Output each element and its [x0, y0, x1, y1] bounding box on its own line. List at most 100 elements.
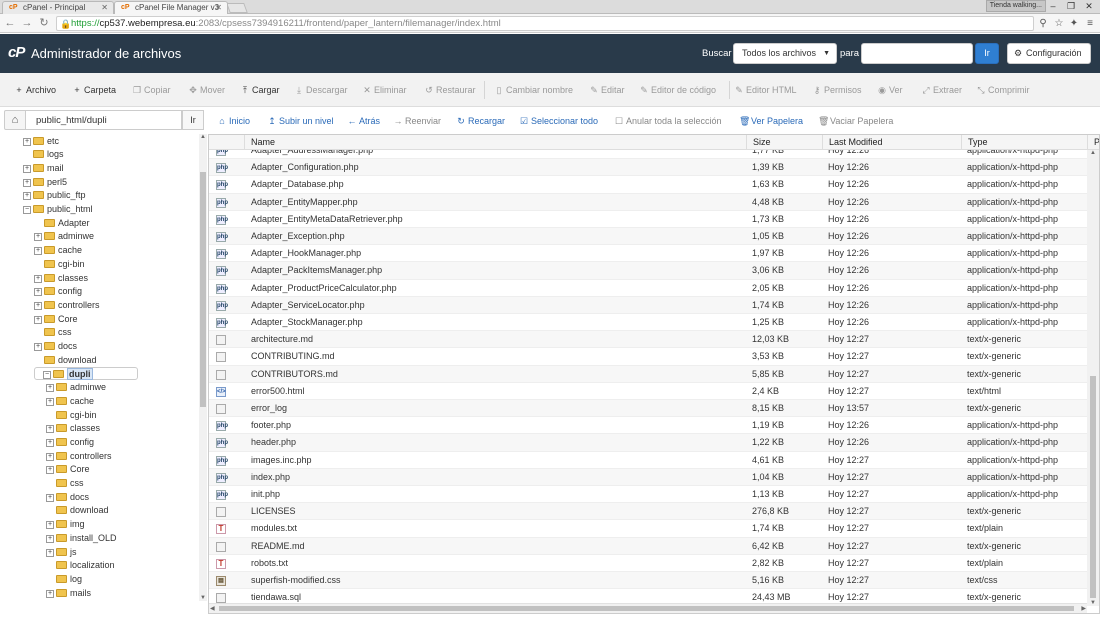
column-header-size[interactable]: Size [746, 135, 822, 150]
tree-node[interactable]: download [46, 504, 109, 517]
table-row[interactable]: php Adapter_ServiceLocator.php 1,74 KB Hoy … [209, 296, 1089, 314]
table-row[interactable]: php init.php 1,13 KB Hoy 12:27 application/x… [209, 486, 1089, 504]
tree-node[interactable]: − public_html [23, 203, 93, 216]
tree-node[interactable]: + controllers [46, 450, 112, 463]
tree-node[interactable]: + config [34, 285, 82, 298]
nav-reenviar-button[interactable]: → Reenviar [393, 116, 442, 127]
table-row[interactable]: LICENSES 276,8 KB Hoy 12:27 text/x-generic [209, 503, 1089, 521]
reload-icon[interactable]: ↻ [38, 16, 50, 30]
tree-node[interactable]: + controllers [34, 299, 100, 312]
table-row[interactable]: Trobots.txt 2,82 KB Hoy 12:27 text/plain [209, 555, 1089, 572]
nav-inicio-button[interactable]: ⌂ Inicio [217, 116, 250, 127]
table-row[interactable]: php index.php 1,04 KB Hoy 12:27 application/… [209, 468, 1089, 486]
expand-toggle-icon[interactable]: + [34, 233, 42, 242]
tree-node[interactable]: + adminwe [46, 381, 106, 394]
scroll-down-icon[interactable]: ▼ [1090, 600, 1096, 606]
toolbar-cargar-button[interactable]: ⤒ Cargar [240, 84, 280, 96]
table-row[interactable]: php Adapter_HookManager.php 1,97 KB Hoy 12:… [209, 245, 1089, 263]
tree-node[interactable]: + js [46, 546, 77, 559]
toolbar-archivo-button[interactable]: + Archivo [14, 84, 56, 96]
column-header-last-modified[interactable]: Last Modified [822, 135, 961, 150]
expand-toggle-icon[interactable]: + [34, 274, 42, 283]
expand-toggle-icon[interactable]: + [46, 548, 54, 557]
collapse-toggle-icon[interactable]: − [43, 371, 51, 380]
tree-node[interactable]: + docs [34, 340, 77, 353]
table-row[interactable]: CONTRIBUTORS.md 5,85 KB Hoy 12:27 text/x-ge… [209, 365, 1089, 383]
nav-vaciar-button[interactable]: 🗑Vaciar Papelera [818, 116, 893, 127]
horizontal-scroll-thumb[interactable] [219, 606, 1074, 611]
tree-node[interactable]: cgi-bin [34, 258, 85, 271]
table-row[interactable]: php images.inc.php 4,61 KB Hoy 12:27 applica… [209, 452, 1089, 469]
scroll-up-icon[interactable]: ▲ [199, 134, 207, 140]
tree-node[interactable]: Adapter [34, 217, 90, 230]
column-header-permissions[interactable]: P [1087, 135, 1099, 150]
table-row[interactable]: error_log 8,15 KB Hoy 13:57 text/x-generic [209, 400, 1089, 418]
tree-node[interactable]: + docs [46, 491, 89, 504]
table-row[interactable]: </> error500.html 2,4 KB Hoy 12:27 text/html [209, 383, 1089, 400]
table-row[interactable]: php Adapter_ProductPriceCalculator.php 2,0… [209, 280, 1089, 297]
scroll-down-icon[interactable]: ▼ [199, 595, 207, 601]
expand-toggle-icon[interactable]: + [23, 192, 31, 201]
tree-node[interactable]: + mails [46, 587, 91, 600]
expand-toggle-icon[interactable]: + [46, 493, 54, 502]
tree-node[interactable]: + cache [46, 395, 94, 408]
table-row[interactable]: php Adapter_AddressManager.php 1,77 KB Hoy … [209, 150, 1089, 160]
tree-node[interactable]: + perl5 [23, 176, 67, 189]
star-icon[interactable]: ☆ [1053, 17, 1065, 30]
table-row[interactable]: php header.php 1,22 KB Hoy 12:26 application… [209, 434, 1089, 452]
restore-icon[interactable]: ❐ [1064, 0, 1078, 13]
toolbar-carpeta-button[interactable]: + Carpeta [72, 84, 116, 96]
scroll-up-icon[interactable]: ▲ [1090, 150, 1096, 156]
expand-toggle-icon[interactable]: + [46, 438, 54, 447]
table-row[interactable]: php Adapter_Configuration.php 1,39 KB Hoy 1… [209, 159, 1089, 177]
extension-icon[interactable]: ✦ [1068, 17, 1080, 30]
table-row[interactable]: architecture.md 12,03 KB Hoy 12:27 text/x-g… [209, 331, 1089, 349]
table-row[interactable]: CONTRIBUTING.md 3,53 KB Hoy 12:27 text/x-ge… [209, 348, 1089, 366]
nav-recargar-button[interactable]: ↻ Recargar [456, 116, 505, 127]
file-list-scroll-thumb[interactable] [1090, 376, 1096, 598]
tree-node[interactable]: css [34, 326, 72, 339]
table-row[interactable]: Tmodules.txt 1,74 KB Hoy 12:27 text/plain [209, 520, 1089, 538]
expand-toggle-icon[interactable]: + [46, 452, 54, 461]
tree-node[interactable]: css [46, 477, 84, 490]
browser-tab-cpanel-principal[interactable]: cP cPanel - Principal ✕ [2, 1, 114, 14]
tree-node[interactable]: + classes [46, 422, 100, 435]
tree-node[interactable]: + mail [23, 162, 64, 175]
minimize-icon[interactable]: – [1046, 0, 1060, 13]
expand-toggle-icon[interactable]: + [23, 164, 31, 173]
scroll-left-icon[interactable]: ◀ [210, 605, 215, 612]
tree-node[interactable]: + classes [34, 272, 88, 285]
expand-toggle-icon[interactable]: + [46, 521, 54, 530]
table-row[interactable]: ▤ superfish-modified.css 5,16 KB Hoy 12:27 t… [209, 572, 1089, 590]
expand-toggle-icon[interactable]: + [23, 137, 31, 146]
scroll-right-icon[interactable]: ▶ [1081, 605, 1086, 612]
expand-toggle-icon[interactable]: + [34, 247, 42, 256]
browser-tab-file-manager[interactable]: cP cPanel File Manager v3 ✕ [114, 1, 228, 14]
menu-icon[interactable]: ≡ [1084, 17, 1096, 30]
file-list-scrollbar[interactable]: ▲ ▼ [1087, 150, 1099, 606]
column-header-name[interactable]: Name [244, 135, 752, 150]
column-header-type[interactable]: Type [961, 135, 1087, 150]
tree-node[interactable]: + config [46, 436, 94, 449]
home-button[interactable]: ⌂ [4, 110, 26, 130]
path-input[interactable] [26, 110, 182, 130]
back-arrow-icon[interactable]: ← [4, 16, 16, 30]
tree-node[interactable]: download [34, 354, 97, 367]
tree-node[interactable]: + Core [46, 463, 90, 476]
table-row[interactable]: README.md 6,42 KB Hoy 12:27 text/x-generic [209, 537, 1089, 555]
path-go-button[interactable]: Ir [182, 110, 204, 130]
tree-node[interactable]: log [46, 573, 82, 586]
expand-toggle-icon[interactable]: + [46, 384, 54, 393]
tree-node[interactable]: + cache [34, 244, 82, 257]
search-scope-select[interactable]: Todos los archivos ▼ [733, 43, 837, 64]
zoom-icon[interactable]: ⚲ [1037, 17, 1049, 30]
tree-node[interactable]: + install_OLD [46, 532, 117, 545]
tree-node[interactable]: + public_ftp [23, 189, 86, 202]
expand-toggle-icon[interactable]: + [46, 397, 54, 406]
tree-node[interactable]: + Core [34, 313, 78, 326]
table-row[interactable]: php Adapter_EntityMetaDataRetriever.php 1,… [209, 211, 1089, 228]
table-row[interactable]: php footer.php 1,19 KB Hoy 12:26 application… [209, 417, 1089, 435]
close-tab-icon[interactable]: ✕ [101, 2, 108, 14]
nav-subir-button[interactable]: ↥ Subir un nivel [267, 116, 333, 127]
profile-badge[interactable]: Tienda walking... [985, 0, 1046, 12]
